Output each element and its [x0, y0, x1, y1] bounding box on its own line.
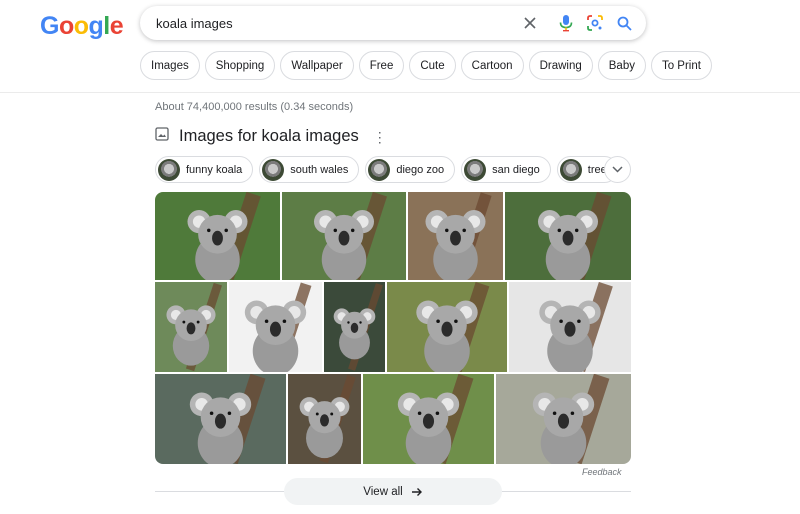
expand-button[interactable]: [604, 156, 631, 183]
google-logo[interactable]: Google: [40, 12, 124, 41]
filter-chips: Images Shopping Wallpaper Free Cute Cartoon Dr…: [140, 51, 712, 80]
refine-chip-label: diego zoo: [396, 163, 445, 176]
koala-image-tile[interactable]: [496, 374, 631, 464]
refine-chip-funny-koala[interactable]: funny koala: [155, 156, 254, 183]
koala-image-tile[interactable]: [155, 282, 227, 372]
koala-thumbnail: [559, 158, 582, 181]
koala-image-tile[interactable]: [282, 192, 406, 280]
koala-thumbnail: [368, 158, 391, 181]
image-icon: [155, 127, 169, 146]
koala-thumbnail: [262, 158, 285, 181]
filter-chip-to-print[interactable]: To Print: [650, 51, 712, 80]
filter-chip-wallpaper[interactable]: Wallpaper: [280, 51, 354, 80]
lens-icon[interactable]: [586, 14, 604, 32]
koala-image: [509, 282, 631, 372]
koala-image: [505, 192, 631, 280]
refine-chip-diego-zoo[interactable]: diego zoo: [365, 156, 456, 183]
images-heading: Images for koala images ⋮: [155, 127, 387, 146]
koala-image-tile[interactable]: [509, 282, 631, 372]
koala-image: [155, 374, 286, 464]
search-box: [140, 6, 646, 40]
refine-chip-san-diego[interactable]: san diego: [461, 156, 551, 183]
koala-image: [155, 192, 280, 280]
koala-image: [229, 282, 322, 372]
koala-image-tile[interactable]: [324, 282, 385, 372]
refine-chip-south-wales[interactable]: south wales: [259, 156, 360, 183]
koala-image: [288, 374, 361, 464]
koala-image: [387, 282, 507, 372]
more-options-icon[interactable]: ⋮: [373, 130, 387, 144]
koala-image: [496, 374, 631, 464]
mic-icon[interactable]: [557, 14, 575, 32]
refine-chip-label: south wales: [290, 163, 349, 176]
logo-letter: o: [58, 12, 74, 40]
filter-chip-free[interactable]: Free: [358, 51, 405, 80]
view-all-button[interactable]: View all: [284, 478, 502, 505]
logo-letter: g: [88, 12, 104, 40]
koala-image-tile[interactable]: [408, 192, 503, 280]
koala-image-tile[interactable]: [288, 374, 361, 464]
logo-letter: e: [109, 12, 124, 40]
koala-image: [324, 282, 385, 372]
refine-chip-label: funny koala: [186, 163, 243, 176]
filter-chip-shopping[interactable]: Shopping: [204, 51, 276, 80]
koala-image: [155, 282, 227, 372]
refinement-chips: funny koala south wales diego zoo san diego…: [155, 156, 618, 183]
image-grid: [155, 192, 631, 464]
koala-thumbnail: [464, 158, 487, 181]
filter-chip-images[interactable]: Images: [140, 51, 200, 80]
view-all-label: View all: [363, 485, 403, 498]
arrow-right-icon: [411, 487, 422, 496]
koala-image-tile[interactable]: [229, 282, 322, 372]
header-divider: [0, 92, 800, 93]
search-icon[interactable]: [615, 14, 633, 32]
koala-thumbnail: [158, 158, 180, 181]
images-section-title: Images for koala images: [179, 127, 359, 145]
koala-image-tile[interactable]: [387, 282, 507, 372]
filter-chip-drawing[interactable]: Drawing: [528, 51, 593, 80]
results-count: About 74,400,000 results (0.34 seconds): [155, 101, 354, 113]
search-input[interactable]: [156, 6, 496, 40]
logo-letter: G: [40, 12, 59, 40]
koala-image-tile[interactable]: [505, 192, 631, 280]
chevron-down-icon: [612, 166, 623, 173]
clear-icon[interactable]: [521, 14, 539, 32]
logo-letter: o: [73, 12, 89, 40]
koala-image: [363, 374, 494, 464]
koala-image-tile[interactable]: [155, 374, 286, 464]
koala-image: [282, 192, 406, 280]
refine-chip-label: san diego: [492, 163, 540, 176]
filter-chip-baby[interactable]: Baby: [597, 51, 646, 80]
koala-image-tile[interactable]: [155, 192, 280, 280]
filter-chip-cartoon[interactable]: Cartoon: [460, 51, 524, 80]
filter-chip-cute[interactable]: Cute: [409, 51, 456, 80]
koala-image: [408, 192, 503, 280]
feedback-link[interactable]: Feedback: [582, 467, 622, 477]
koala-image-tile[interactable]: [363, 374, 494, 464]
